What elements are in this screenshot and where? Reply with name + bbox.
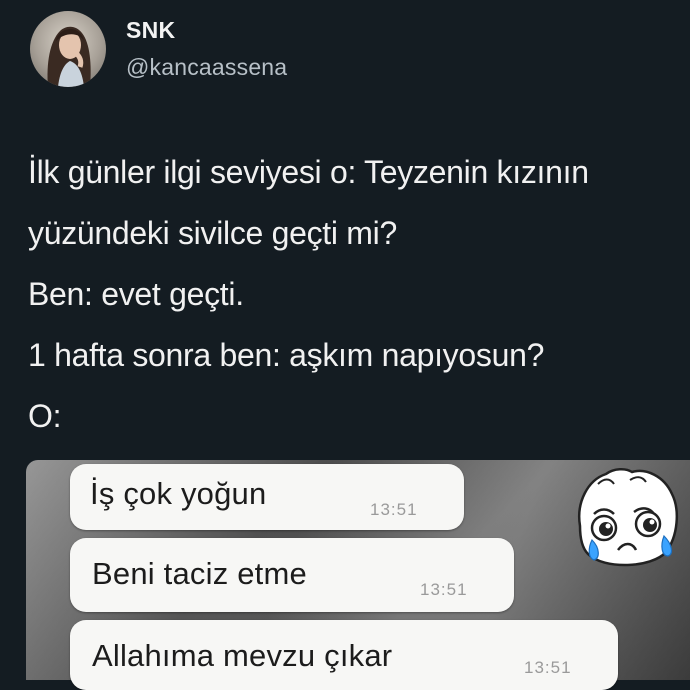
chat-message-time: 13:51 (420, 580, 468, 599)
user-handle[interactable]: @kancaassena (126, 54, 287, 81)
avatar-photo-icon (47, 26, 91, 87)
tweet-line: yüzündeki sivilce geçti mi? (28, 215, 397, 251)
tweet-header: SNK @kancaassena (30, 6, 287, 92)
chat-bubble: Beni taciz etme 13:51 (70, 538, 514, 612)
user-names: SNK @kancaassena (126, 17, 287, 81)
tweet-text: İlk günler ilgi seviyesi o: Teyzenin kız… (28, 142, 690, 447)
tweet-line: İlk günler ilgi seviyesi o: Teyzenin kız… (28, 154, 589, 190)
chat-message-text: Beni taciz etme (92, 556, 307, 591)
crying-face-icon (577, 468, 679, 567)
chat-message-time: 13:51 (370, 500, 418, 519)
tweet-line: O: (28, 398, 62, 434)
tweet-line: 1 hafta sonra ben: aşkım napıyosun? (28, 337, 545, 373)
tweet-line: Ben: evet geçti. (28, 276, 244, 312)
avatar[interactable] (30, 11, 106, 87)
chat-message-text: Allahıma mevzu çıkar (92, 638, 393, 673)
tweet-card: SNK @kancaassena İlk günler ilgi seviyes… (0, 0, 690, 690)
display-name[interactable]: SNK (126, 17, 287, 44)
chat-message-text: İş çok yoğun (90, 476, 267, 511)
chat-bubble: İş çok yoğun 13:51 (70, 464, 464, 530)
chat-message-time: 13:51 (524, 658, 572, 677)
